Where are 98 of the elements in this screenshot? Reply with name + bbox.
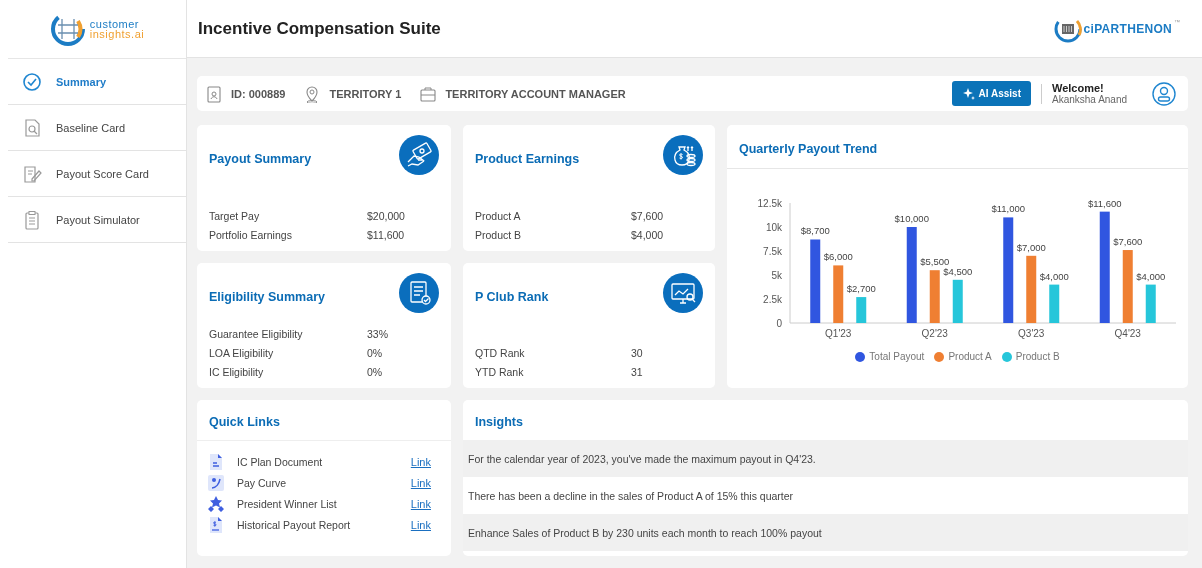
welcome-text: Welcome! <box>1052 82 1105 94</box>
value-label: $4,000 <box>1039 270 1069 282</box>
info-text: TERRITORY ACCOUNT MANAGER <box>445 87 626 100</box>
metric-value: $20,000 <box>367 210 406 222</box>
link[interactable]: Link <box>410 477 431 489</box>
bar <box>1145 284 1156 323</box>
bar <box>1049 284 1060 323</box>
axis-tick-label: 12.5k <box>757 198 782 209</box>
dollar-document-icon <box>207 516 225 534</box>
curve-icon <box>207 474 225 492</box>
briefcase-icon <box>419 84 438 103</box>
metric-value: 33% <box>367 328 389 340</box>
metric-value: $11,600 <box>367 229 406 241</box>
category-label: Q3'23 <box>1018 328 1045 339</box>
metric-label: Target Pay <box>209 210 261 222</box>
card-title: Eligibility Summary <box>209 290 325 304</box>
info-text: ID: 000889 <box>231 87 286 100</box>
bar <box>952 279 963 323</box>
sidebar-item[interactable]: Payout Score Card <box>8 151 186 197</box>
clipboard-icon <box>22 209 42 230</box>
insight-text: Enhance Sales of Product B by 230 units each month to reach 100% payout <box>468 526 822 539</box>
user-avatar-icon <box>1152 81 1176 106</box>
category-label: Q4'23 <box>1114 328 1141 339</box>
metric-value: $4,000 <box>631 229 665 241</box>
card-title: Quick Links <box>209 415 281 429</box>
money-bag-icon <box>663 135 703 175</box>
card-title: Product Earnings <box>475 152 580 166</box>
legend-label: Total Payout <box>869 351 925 362</box>
value-label: $11,600 <box>1087 197 1122 209</box>
metric-label: YTD Rank <box>475 366 525 378</box>
sidebar-item[interactable]: Summary <box>8 59 186 105</box>
metric-value: 31 <box>631 366 644 378</box>
insight-text: There has been a decline in the sales of Product A of 15% this quarter <box>468 489 794 502</box>
quick-link-label: President Winner List <box>237 498 338 510</box>
bar <box>1026 255 1037 323</box>
value-label: $5,500 <box>920 256 950 268</box>
metric-label: Product B <box>475 229 523 241</box>
user-name: Akanksha Anand <box>1052 94 1129 105</box>
ai-assist-button[interactable]: AI Assist <box>951 81 1031 106</box>
id-badge-icon <box>205 84 223 103</box>
metric-value: 0% <box>367 347 384 359</box>
bar <box>929 270 940 323</box>
money-hand-icon <box>399 135 439 175</box>
axis-tick-label: 7.5k <box>763 246 782 257</box>
legend-label: Product B <box>1015 351 1060 362</box>
value-label: $10,000 <box>894 213 929 224</box>
award-icon <box>207 495 225 513</box>
axis-tick-label: 5k <box>771 270 782 281</box>
document-search-icon <box>22 117 42 138</box>
value-label: $11,000 <box>991 203 1026 215</box>
value-label: $8,700 <box>800 225 830 237</box>
card-title: Payout Summary <box>209 152 312 166</box>
category-label: Q2'23 <box>921 328 948 339</box>
legend-label: Product A <box>948 351 992 362</box>
axis-tick-label: 2.5k <box>763 294 782 305</box>
bar <box>833 265 844 323</box>
category-label: Q1'23 <box>825 328 852 339</box>
card-title: Quarterly Payout Trend <box>739 142 879 156</box>
value-label: $7,600 <box>1113 236 1143 248</box>
metric-label: Guarantee Eligibility <box>209 328 304 340</box>
sidebar-item[interactable]: Payout Simulator <box>8 197 186 243</box>
quick-link-label: Historical Payout Report <box>237 519 352 531</box>
link[interactable]: Link <box>410 456 431 468</box>
logo-text: insights.ai <box>89 29 145 39</box>
metric-value: $7,600 <box>631 210 665 222</box>
metric-label: Product A <box>475 210 522 222</box>
card-title: P Club Rank <box>475 290 549 304</box>
value-label: $4,000 <box>1136 270 1166 282</box>
document-icon <box>207 453 225 471</box>
quick-link-label: IC Plan Document <box>237 456 324 468</box>
value-label: $2,700 <box>846 283 876 295</box>
sparkle-icon <box>961 87 975 100</box>
value-label: $7,000 <box>1016 241 1046 253</box>
metric-label: Portfolio Earnings <box>209 229 293 241</box>
axis-tick-label: 0 <box>776 318 782 329</box>
bar <box>856 297 867 323</box>
info-text: TERRITORY 1 <box>329 87 402 100</box>
metric-label: LOA Eligibility <box>209 347 275 359</box>
brand-name: ciPARTHENON <box>1083 21 1172 36</box>
value-label: $4,500 <box>943 265 973 277</box>
metric-label: QTD Rank <box>475 347 526 359</box>
logo-text: customer <box>89 19 141 29</box>
document-check-icon <box>399 273 439 313</box>
monitor-chart-icon <box>663 273 703 313</box>
axis-tick-label: 10k <box>765 222 782 233</box>
check-circle-icon <box>22 71 42 92</box>
card-title: Insights <box>475 415 524 429</box>
link[interactable]: Link <box>410 519 431 531</box>
value-label: $6,000 <box>823 251 853 263</box>
insight-text: For the calendar year of 2023, you've made the maximum payout in Q4'23. <box>468 452 816 465</box>
metric-value: 0% <box>367 366 384 378</box>
quick-link-label: Pay Curve <box>237 477 288 489</box>
document-edit-icon <box>22 163 42 184</box>
metric-label: IC Eligibility <box>209 366 265 378</box>
link[interactable]: Link <box>410 498 431 510</box>
sidebar-item[interactable]: Baseline Card <box>8 105 186 151</box>
metric-value: 30 <box>631 347 644 359</box>
app-title: Incentive Compensation Suite <box>198 18 441 39</box>
